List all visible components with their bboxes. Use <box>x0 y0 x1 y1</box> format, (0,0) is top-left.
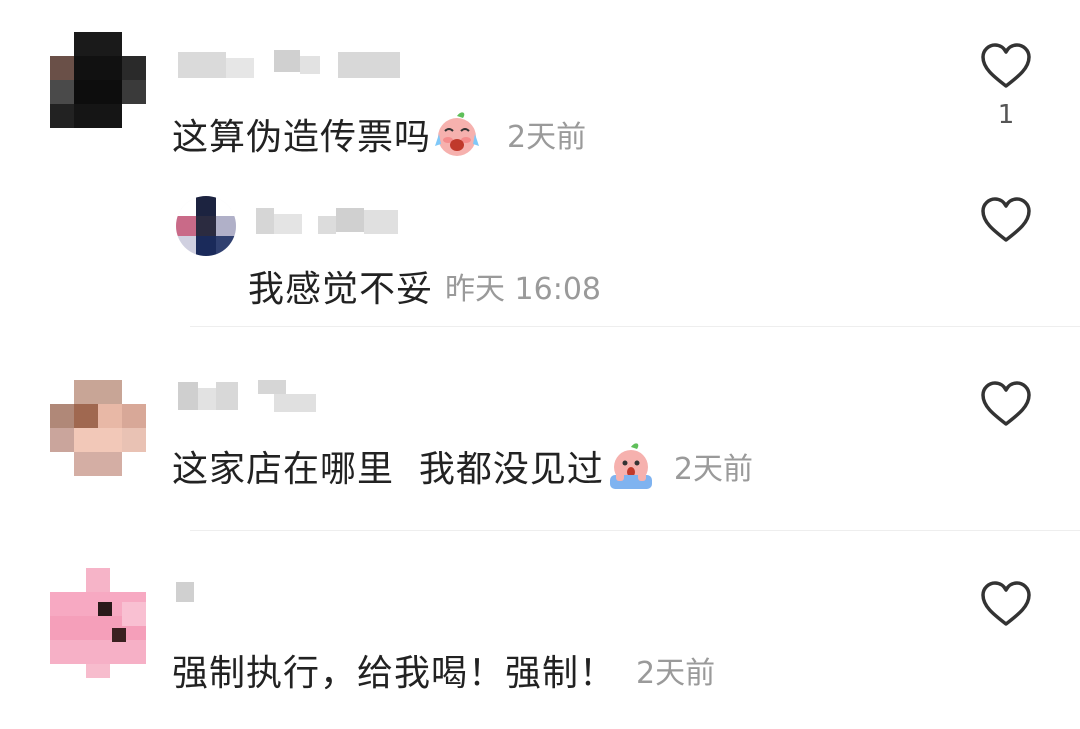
heart-outline-icon[interactable] <box>979 196 1033 244</box>
comment-timestamp: 2天前 <box>673 452 753 487</box>
like-button[interactable] <box>976 196 1036 244</box>
like-button[interactable] <box>976 580 1036 628</box>
shocked-face-emoji <box>606 441 656 491</box>
comment-text: 这算伪造传票吗 <box>172 117 432 158</box>
like-button[interactable]: 1 <box>976 42 1036 130</box>
comment-text: 我感觉不妥 <box>248 269 434 310</box>
comment-timestamp: 2天前 <box>507 120 587 155</box>
username-pixelated[interactable] <box>176 582 198 614</box>
avatar[interactable] <box>176 196 236 256</box>
comment-body: 强制执行，给我喝！强制！ 2天前 <box>172 644 715 696</box>
avatar[interactable] <box>50 32 146 128</box>
username-pixelated[interactable] <box>178 50 400 82</box>
avatar[interactable] <box>50 568 146 678</box>
comment-body: 这家店在哪里 我都没见过 2天前 <box>172 440 753 492</box>
heart-outline-icon[interactable] <box>979 580 1033 628</box>
divider <box>190 326 1080 327</box>
username-pixelated[interactable] <box>256 206 400 238</box>
username-pixelated[interactable] <box>178 380 318 412</box>
like-button[interactable] <box>976 380 1036 428</box>
comment-timestamp: 2天前 <box>636 656 716 691</box>
comment-body: 这算伪造传票吗 2天前 <box>172 108 586 160</box>
crying-face-emoji <box>433 110 481 158</box>
heart-outline-icon[interactable] <box>979 42 1033 90</box>
like-count: 1 <box>997 100 1015 130</box>
heart-outline-icon[interactable] <box>979 380 1033 428</box>
comment-timestamp: 昨天 16:08 <box>445 272 602 307</box>
avatar[interactable] <box>50 380 146 476</box>
comment-text: 这家店在哪里 我都没见过 <box>172 449 604 490</box>
comment-body: 我感觉不妥 昨天 16:08 <box>248 260 601 312</box>
divider <box>190 530 1080 531</box>
comment-text: 强制执行，给我喝！强制！ <box>172 653 617 694</box>
